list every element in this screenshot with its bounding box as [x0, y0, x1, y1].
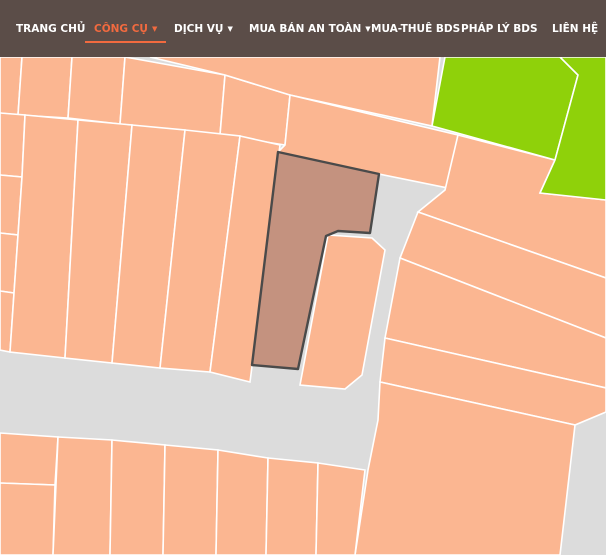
top-navigation: TRANG CHỦ CÔNG CỤ ▼ DỊCH VỤ ▼ MUA BÁN AN… [0, 0, 606, 57]
land-parcel[interactable] [265, 457, 319, 555]
caret-down-icon: ▼ [151, 24, 158, 33]
active-underline [85, 41, 167, 43]
nav-item-contact[interactable]: LIÊN HỆ [552, 0, 598, 57]
nav-item-legal[interactable]: PHÁP LÝ BDS [461, 0, 538, 57]
land-parcel[interactable] [109, 439, 166, 555]
land-parcel[interactable] [0, 482, 56, 555]
land-parcel[interactable] [0, 112, 26, 178]
land-parcel[interactable] [215, 449, 269, 555]
caret-down-icon: ▼ [365, 24, 371, 33]
land-parcel[interactable] [162, 444, 219, 555]
map-canvas[interactable] [0, 57, 606, 555]
nav-item-label: LIÊN HỆ [552, 22, 599, 35]
nav-item-label: MUA BÁN AN TOÀN [249, 22, 362, 35]
nav-item-label: MUA-THUÊ BDS [371, 22, 461, 35]
nav-item-label: TRANG CHỦ [16, 22, 86, 35]
land-parcel[interactable] [52, 436, 113, 555]
land-parcel[interactable] [17, 57, 73, 119]
nav-item-home[interactable]: TRANG CHỦ [16, 0, 85, 57]
nav-item-label: DỊCH VỤ [174, 22, 224, 35]
map-app: TRANG CHỦ CÔNG CỤ ▼ DỊCH VỤ ▼ MUA BÁN AN… [0, 0, 606, 555]
cadastral-map[interactable] [0, 57, 606, 555]
caret-down-icon: ▼ [227, 24, 233, 33]
nav-item-label: PHÁP LÝ BDS [461, 22, 538, 35]
nav-item-label: CÔNG CỤ [94, 22, 148, 35]
land-parcel[interactable] [0, 432, 59, 486]
land-parcel[interactable] [67, 57, 126, 125]
nav-item-services[interactable]: DỊCH VỤ ▼ [174, 0, 233, 57]
nav-item-buy-rent[interactable]: MUA-THUÊ BDS [371, 0, 460, 57]
nav-item-tools[interactable]: CÔNG CỤ ▼ [85, 0, 167, 57]
nav-item-safe-trading[interactable]: MUA BÁN AN TOÀN ▼ [249, 0, 371, 57]
